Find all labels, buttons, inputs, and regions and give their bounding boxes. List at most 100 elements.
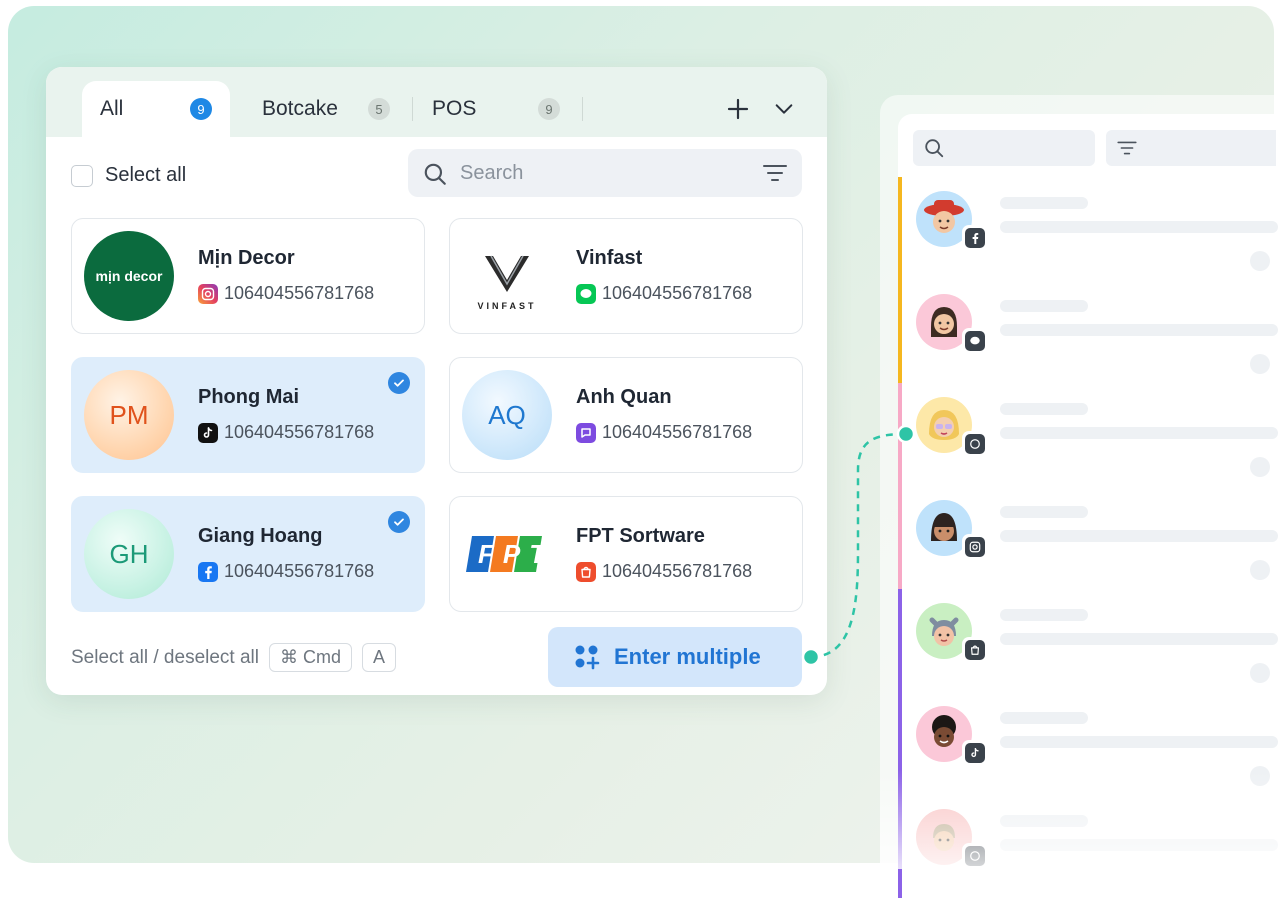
page-id: 106404556781768 <box>602 283 753 303</box>
search-icon <box>925 139 944 158</box>
instagram-icon <box>962 534 988 560</box>
status-bar <box>898 280 902 383</box>
status-bar <box>898 589 902 692</box>
conversation-row[interactable] <box>898 177 1278 280</box>
skeleton-line <box>1000 609 1088 621</box>
page-selector-panel: All 9 Botcake 5 POS 9 Select all mịn dec… <box>46 67 827 695</box>
line-icon <box>576 283 596 304</box>
page-name: Mịn Decor <box>198 247 295 269</box>
tab-bar: All 9 Botcake 5 POS 9 <box>46 67 827 137</box>
tab-all[interactable]: All 9 <box>82 81 230 137</box>
cmd-key: ⌘ Cmd <box>269 643 353 672</box>
min-decor-logo: mịn decor <box>84 231 174 321</box>
tab-divider <box>582 97 583 121</box>
tab-botcake[interactable]: Botcake 5 <box>262 81 402 137</box>
skeleton-line <box>1000 197 1088 209</box>
viber-icon <box>576 422 596 443</box>
avatar-initials: AQ <box>488 399 526 430</box>
status-bar <box>898 486 902 589</box>
conversation-filter[interactable] <box>1106 130 1276 166</box>
skeleton-dot <box>1250 663 1270 683</box>
selected-check-icon <box>388 511 410 533</box>
avatar: PM <box>84 370 174 460</box>
shortcut-hint: Select all / deselect all ⌘ Cmd A <box>71 643 397 672</box>
conversation-row[interactable] <box>898 383 1278 486</box>
page-card-fpt-sortware[interactable]: FPT FPT Sortware 106404556781768 <box>449 496 803 612</box>
search-box[interactable] <box>408 149 802 197</box>
select-all-control[interactable]: Select all <box>71 164 186 187</box>
page-name: Anh Quan <box>576 386 672 408</box>
avatar-initials: PM <box>109 399 149 430</box>
skeleton-line <box>1000 300 1088 312</box>
conversation-row[interactable] <box>898 589 1278 692</box>
page-card-vinfast[interactable]: VINFAST Vinfast 106404556781768 <box>449 218 803 334</box>
chevron-down-icon <box>775 104 793 114</box>
page-id: 106404556781768 <box>224 422 375 442</box>
vinfast-logo: VINFAST <box>462 231 552 321</box>
tab-divider <box>412 97 413 121</box>
logo-text: FPT <box>478 538 555 569</box>
logo-text: mịn decor <box>95 268 163 284</box>
shopee-icon <box>576 561 596 582</box>
page-card-phong-mai[interactable]: PM Phong Mai 106404556781768 <box>71 357 425 473</box>
tiktok-icon <box>962 740 988 766</box>
skeleton-line <box>1000 530 1278 542</box>
bottom-fade <box>880 770 1280 869</box>
skeleton-line <box>1000 633 1278 645</box>
filter-icon[interactable] <box>762 163 788 183</box>
page-id-row: 106404556781768 <box>198 283 374 304</box>
filter-icon <box>1117 141 1137 155</box>
plus-icon <box>727 98 749 120</box>
tab-label: Botcake <box>262 97 338 120</box>
skeleton-line <box>1000 403 1088 415</box>
page-id: 106404556781768 <box>602 561 753 581</box>
page-name: FPT Sortware <box>576 525 705 547</box>
page-id-row: 106404556781768 <box>198 561 374 582</box>
select-all-checkbox[interactable] <box>71 164 93 187</box>
page-name: Vinfast <box>576 247 643 269</box>
page-card-min-decor[interactable]: mịn decor Mịn Decor 106404556781768 <box>71 218 425 334</box>
page-id: 106404556781768 <box>224 561 375 581</box>
tab-count-badge: 9 <box>538 98 560 120</box>
select-all-label: Select all <box>105 164 187 186</box>
page-id-row: 106404556781768 <box>576 561 752 582</box>
page-card-giang-hoang[interactable]: GH Giang Hoang 106404556781768 <box>71 496 425 612</box>
shopee-icon <box>962 637 988 663</box>
tab-menu-button[interactable] <box>770 95 798 123</box>
skeleton-line <box>1000 506 1088 518</box>
skeleton-dot <box>1250 354 1270 374</box>
page-name: Giang Hoang <box>198 525 323 547</box>
skeleton-line <box>1000 712 1088 724</box>
add-tab-button[interactable] <box>724 95 752 123</box>
page-id-row: 106404556781768 <box>198 422 374 443</box>
skeleton-line <box>1000 736 1278 748</box>
tab-label: All <box>100 97 124 120</box>
tab-pos[interactable]: POS 9 <box>432 81 572 137</box>
conversation-row[interactable] <box>898 486 1278 589</box>
conversation-search[interactable] <box>913 130 1095 166</box>
avatar: GH <box>84 509 174 599</box>
enter-multiple-button[interactable]: Enter multiple <box>548 627 802 687</box>
enter-multiple-label: Enter multiple <box>614 644 761 669</box>
logo-text: VINFAST <box>477 301 537 311</box>
avatar: AQ <box>462 370 552 460</box>
page-id: 106404556781768 <box>224 283 375 303</box>
tab-label: POS <box>432 97 477 120</box>
conversation-row[interactable] <box>898 280 1278 383</box>
page-card-anh-quan[interactable]: AQ Anh Quan 106404556781768 <box>449 357 803 473</box>
skeleton-line <box>1000 427 1278 439</box>
tab-count-badge: 9 <box>190 98 212 120</box>
selected-check-icon <box>388 372 410 394</box>
search-input[interactable] <box>460 149 740 197</box>
a-key: A <box>362 643 397 672</box>
conversation-list-panel <box>898 114 1278 898</box>
search-icon <box>424 163 446 185</box>
page-id-row: 106404556781768 <box>576 283 752 304</box>
avatar-initials: GH <box>109 538 149 569</box>
facebook-icon <box>198 561 218 582</box>
skeleton-dot <box>1250 560 1270 580</box>
grid-add-icon <box>575 645 600 670</box>
fpt-logo: FPT <box>462 509 552 599</box>
tiktok-icon <box>198 422 218 443</box>
skeleton-dot <box>1250 457 1270 477</box>
